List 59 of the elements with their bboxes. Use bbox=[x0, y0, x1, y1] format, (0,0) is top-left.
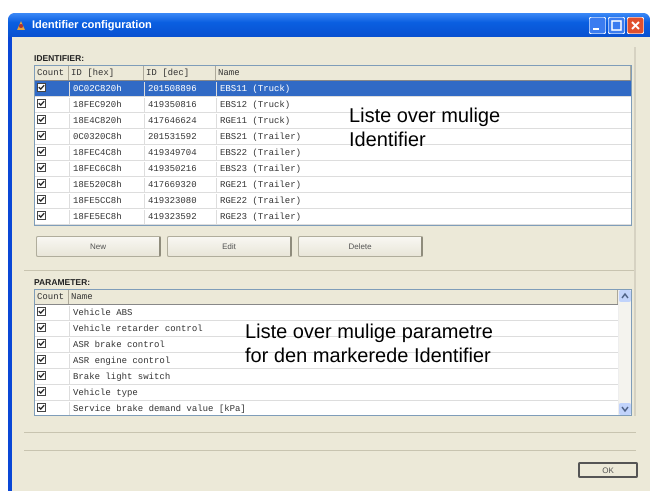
cell-text: RGE22 (Trailer) bbox=[216, 194, 631, 208]
column-header[interactable]: ID [hex] bbox=[69, 66, 144, 80]
cell-text: 18FE5CC8h bbox=[69, 194, 144, 208]
checkbox[interactable] bbox=[37, 146, 46, 156]
checkbox[interactable] bbox=[37, 338, 46, 348]
checkbox[interactable] bbox=[37, 82, 46, 92]
scroll-down-icon[interactable] bbox=[619, 403, 631, 415]
cell-text: EBS11 (Truck) bbox=[216, 82, 631, 96]
column-header[interactable]: ID [dec] bbox=[144, 66, 216, 80]
cell-text: 419323080 bbox=[144, 194, 216, 208]
cell-text: EBS22 (Trailer) bbox=[216, 146, 631, 160]
cell-text: 419323592 bbox=[144, 210, 216, 224]
cell-text: 419350816 bbox=[144, 98, 216, 112]
section-label: PARAMETER: bbox=[34, 277, 92, 289]
close-icon[interactable] bbox=[627, 16, 644, 34]
cell-text: 419349704 bbox=[144, 146, 216, 160]
cell-text: 417669320 bbox=[144, 178, 216, 192]
cell-text: 18FEC4C8h bbox=[69, 146, 144, 160]
checkbox[interactable] bbox=[37, 114, 46, 124]
column-header[interactable]: Name bbox=[216, 66, 631, 80]
checkbox[interactable] bbox=[37, 370, 46, 380]
cell-text: 18E4C820h bbox=[69, 114, 144, 128]
checkbox[interactable] bbox=[37, 194, 46, 204]
section-label: IDENTIFIER: bbox=[34, 53, 86, 65]
action-button[interactable]: Delete bbox=[298, 236, 423, 257]
checkbox[interactable] bbox=[37, 98, 46, 108]
cell-text: 0C02C820h bbox=[69, 82, 144, 96]
checkbox[interactable] bbox=[37, 386, 46, 396]
cell-text: 18FEC6C8h bbox=[69, 162, 144, 176]
cell-text: 18FE5EC8h bbox=[69, 210, 144, 224]
checkbox[interactable] bbox=[37, 354, 46, 364]
checkbox[interactable] bbox=[37, 210, 46, 220]
cell-text: RGE21 (Trailer) bbox=[216, 178, 631, 192]
cell-text: EBS23 (Trailer) bbox=[216, 162, 631, 176]
checkbox[interactable] bbox=[37, 178, 46, 188]
checkbox[interactable] bbox=[37, 402, 46, 412]
checkbox[interactable] bbox=[37, 130, 46, 140]
action-button[interactable]: Edit bbox=[167, 236, 292, 257]
action-button[interactable]: New bbox=[36, 236, 161, 257]
cell-text: 201531592 bbox=[144, 130, 216, 144]
cell-text: 417646624 bbox=[144, 114, 216, 128]
cell-text: 201508896 bbox=[144, 82, 216, 96]
column-header[interactable]: Count bbox=[35, 66, 69, 80]
cell-text: 18E520C8h bbox=[69, 178, 144, 192]
checkbox[interactable] bbox=[37, 162, 46, 172]
window-title: Identifier configuration bbox=[32, 19, 152, 31]
ok-button[interactable]: OK bbox=[578, 462, 638, 478]
cell-text: 0C0320C8h bbox=[69, 130, 144, 144]
selected-row[interactable]: 0C02C820h 201508896 EBS11 (Truck) bbox=[35, 81, 631, 97]
scrollbar[interactable] bbox=[618, 290, 631, 415]
scroll-up-icon[interactable] bbox=[619, 290, 631, 302]
checkbox[interactable] bbox=[37, 322, 46, 332]
maximize-icon[interactable] bbox=[608, 16, 625, 34]
minimize-icon[interactable] bbox=[589, 16, 606, 34]
cell-text: 419350216 bbox=[144, 162, 216, 176]
cell-text: RGE23 (Trailer) bbox=[216, 210, 631, 224]
cell-text: 18FEC920h bbox=[69, 98, 144, 112]
column-header[interactable]: Count bbox=[35, 290, 69, 304]
checkbox[interactable] bbox=[37, 306, 46, 316]
